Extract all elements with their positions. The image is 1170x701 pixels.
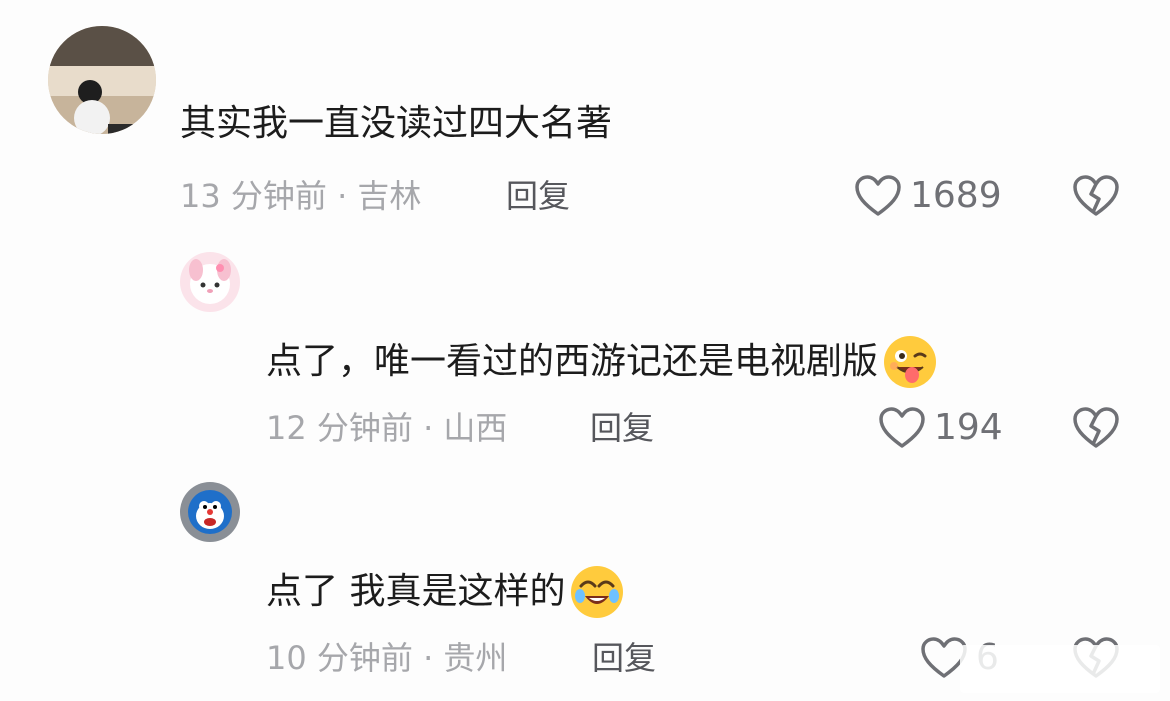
broken-heart-icon: [1072, 174, 1120, 218]
comment-text-content: 点了 我真是这样的: [266, 571, 566, 612]
avatar[interactable]: [180, 252, 240, 312]
comment-text: 其实我一直没读过四大名著: [180, 102, 612, 146]
comment-text: 点了，唯一看过的西游记还是电视剧版: [266, 334, 938, 390]
comment-text-content: 点了，唯一看过的西游记还是电视剧版: [266, 341, 879, 382]
comment-time-location: 13 分钟前 · 吉林: [180, 177, 422, 215]
comment-text-content: 其实我一直没读过四大名著: [180, 103, 613, 144]
reply-comment-item: 点了，唯一看过的西游记还是电视剧版 12 分钟前 · 山西 回复 194: [0, 240, 1170, 470]
like-button[interactable]: 1689: [854, 174, 1002, 218]
comment-time-location: 12 分钟前 · 山西: [266, 409, 508, 447]
comment-time-location: 10 分钟前 · 贵州: [266, 639, 508, 677]
reply-button[interactable]: 回复: [590, 408, 654, 448]
crying-laughing-emoji-icon: [569, 564, 625, 620]
dislike-button[interactable]: [1072, 406, 1120, 450]
reply-button[interactable]: 回复: [592, 638, 656, 678]
avatar[interactable]: [180, 482, 240, 542]
comment-item: 其实我一直没读过四大名著 13 分钟前 · 吉林 回复 1689: [0, 0, 1170, 240]
dislike-button[interactable]: [1072, 174, 1120, 218]
like-count: 1689: [910, 175, 1002, 216]
like-button[interactable]: 194: [878, 406, 1003, 450]
like-count: 194: [934, 407, 1003, 448]
heart-icon: [878, 406, 926, 450]
watermark-overlay: [960, 645, 1160, 693]
comment-text: 点了 我真是这样的: [266, 564, 625, 620]
wink-tongue-emoji-icon: [882, 334, 938, 390]
broken-heart-icon: [1072, 406, 1120, 450]
reply-button[interactable]: 回复: [506, 176, 570, 216]
heart-icon: [854, 174, 902, 218]
avatar[interactable]: [48, 26, 156, 134]
